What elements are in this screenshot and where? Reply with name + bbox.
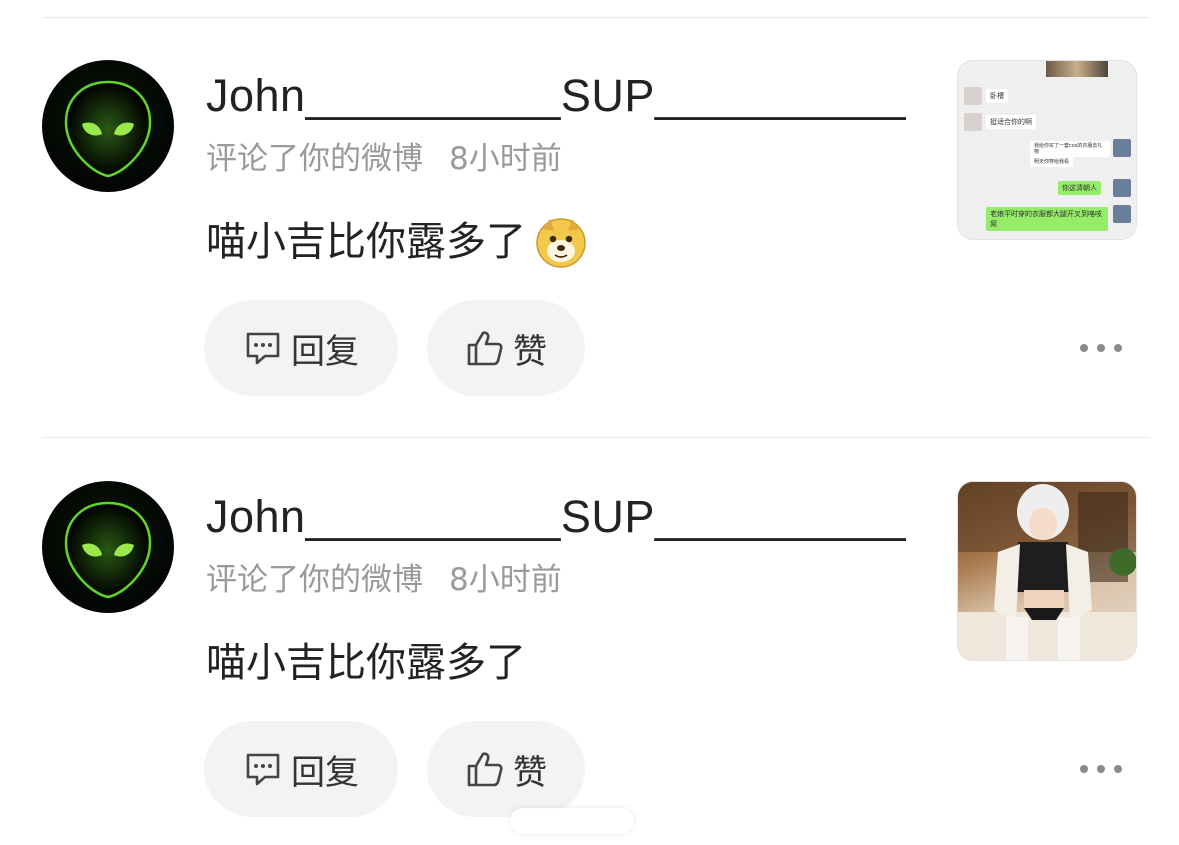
reply-label: 回复 [291,752,359,793]
chat-bubble: 老娘平时穿的衣服都大腿开叉到咯吱窝 [986,207,1108,231]
avatar[interactable] [42,60,174,192]
timestamp: 8小时前 [449,562,562,598]
chat-bubble: 卧槽 [986,89,1008,103]
thumbs-up-icon [467,752,503,787]
comment-icon [246,753,280,786]
comment-text: 喵小吉比你露多了 [206,635,526,691]
avatar[interactable] [42,481,174,613]
cosplay-photo-image [958,482,1136,660]
chat-avatar [1113,179,1131,197]
comment-meta: 评论了你的微博 8小时前 [206,138,562,180]
comment-meta: 评论了你的微博 8小时前 [206,559,562,601]
reply-button[interactable]: 回复 [204,300,398,396]
chat-bubble: 你这清朝人 [1058,181,1101,195]
timestamp: 8小时前 [449,141,562,177]
comment-icon [246,332,280,365]
chat-avatar [1113,139,1131,157]
comment-item: John__________SUP__________... 评论了你的微博 8小… [0,0,1179,400]
chat-bubble: 挺适合你的啊 [986,115,1036,129]
alien-avatar-icon [64,501,152,599]
reply-button[interactable]: 回复 [204,721,398,817]
doge-emoji [536,218,586,268]
comment-item: John__________SUP__________... 评论了你的微博 8小… [0,421,1179,821]
comment-text: 喵小吉比你露多了 [206,214,588,270]
chat-avatar [964,113,982,131]
thumbs-up-icon [467,331,503,366]
post-thumbnail[interactable] [957,481,1137,661]
like-label: 赞 [513,752,547,793]
like-label: 赞 [513,331,547,372]
more-icon[interactable] [1080,336,1122,360]
username[interactable]: John__________SUP__________... [206,70,906,122]
chat-bubble: 明天你穿给我看 [1030,157,1074,167]
like-button[interactable]: 赞 [427,721,585,817]
chat-avatar [1113,205,1131,223]
post-thumbnail[interactable]: 卧槽 挺适合你的啊 我给你买了一套cos的衣服去礼物 明天你穿给我看 你这清朝人… [957,60,1137,240]
alien-avatar-icon [64,80,152,178]
username[interactable]: John__________SUP__________... [206,491,906,543]
more-icon[interactable] [1080,757,1122,781]
action-text: 评论了你的微博 [206,562,423,598]
comment-body: 喵小吉比你露多了 [206,640,526,686]
like-button[interactable]: 赞 [427,300,585,396]
reply-label: 回复 [291,331,359,372]
action-text: 评论了你的微博 [206,141,423,177]
comment-body: 喵小吉比你露多了 [206,219,526,265]
thumbnail-image-strip [1046,61,1108,77]
chat-avatar [964,87,982,105]
chat-bubble: 我给你买了一套cos的衣服去礼物 [1030,141,1110,157]
scroll-indicator [510,808,634,834]
